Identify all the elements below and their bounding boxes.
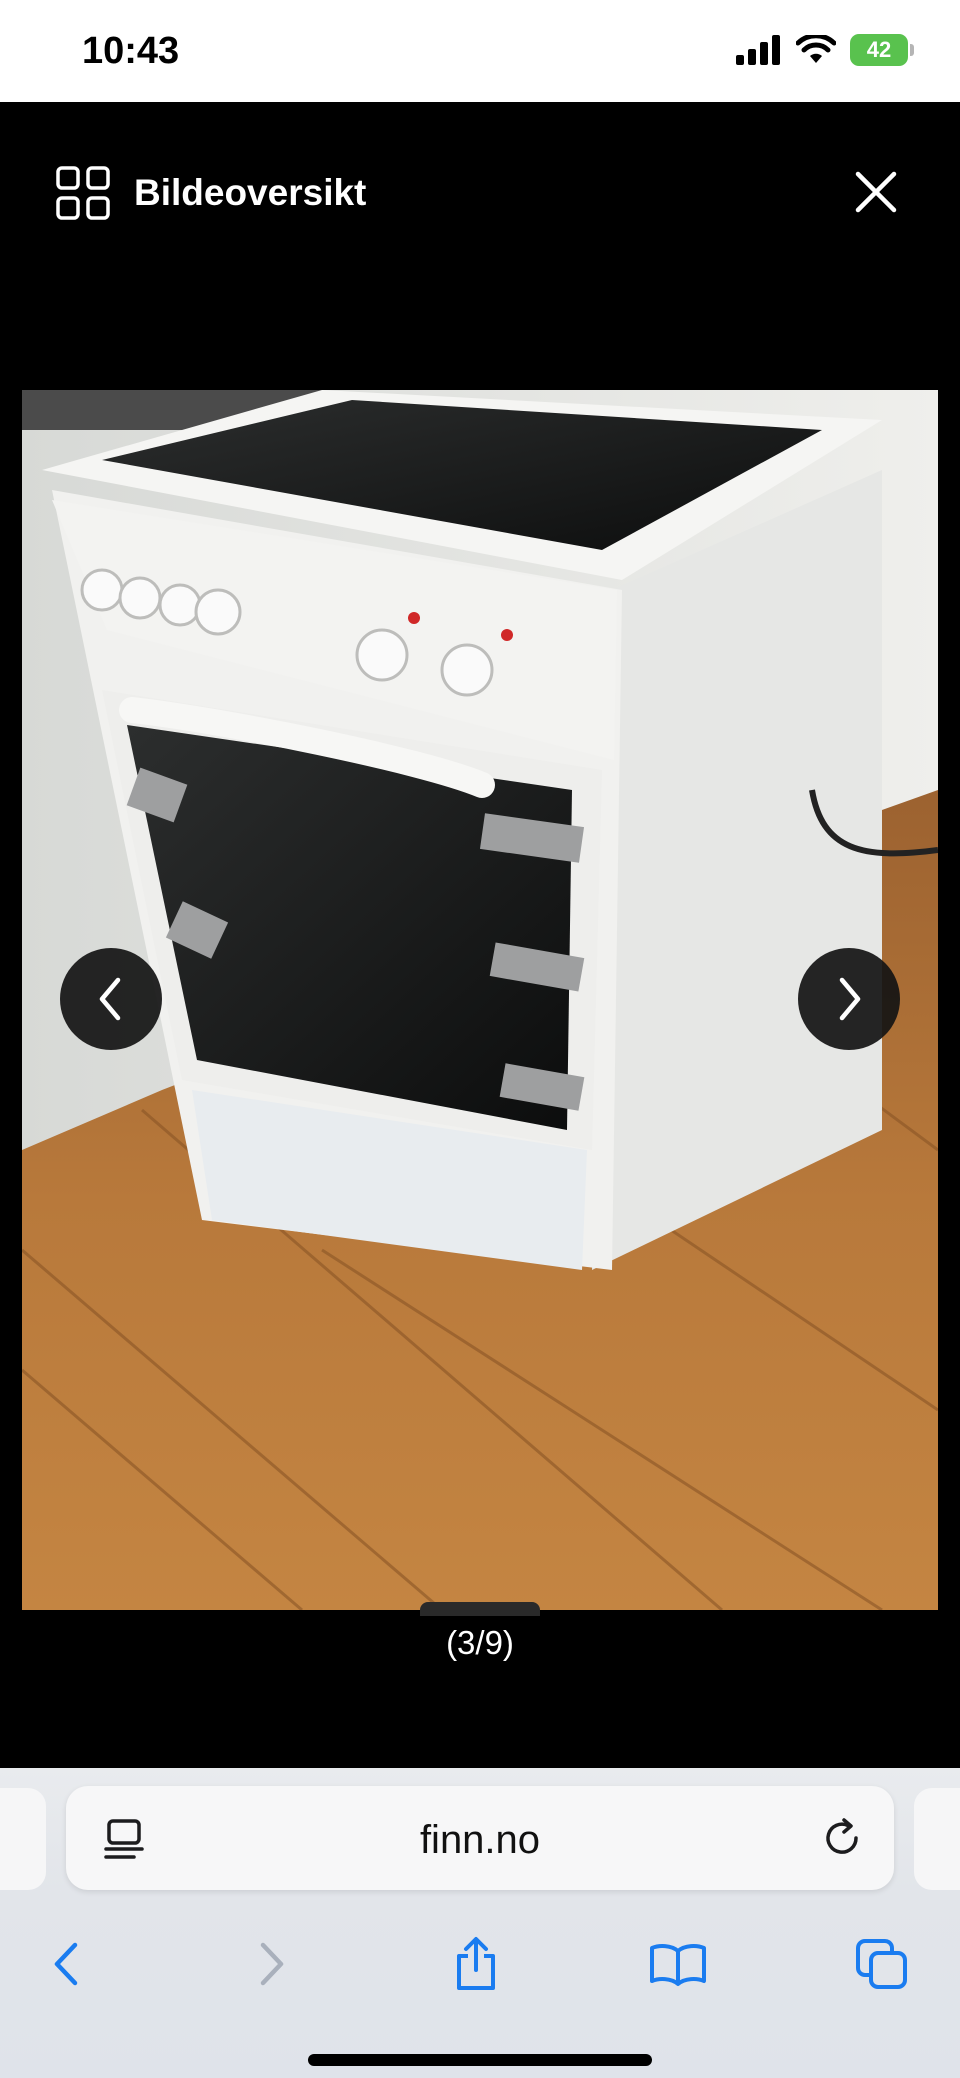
chevron-left-icon [99, 977, 121, 1021]
bookmarks-button[interactable] [638, 1914, 718, 2014]
share-button[interactable] [436, 1914, 516, 2014]
browser-toolbar [0, 1914, 960, 2014]
chevron-right-icon [839, 977, 861, 1021]
tabs-button[interactable] [842, 1914, 922, 2014]
home-indicator [308, 2054, 652, 2066]
image-handle [420, 1602, 540, 1616]
image-overview-label: Bildeoversikt [134, 172, 367, 213]
bookmarks-icon [650, 1944, 706, 1986]
tabs-icon [856, 1939, 907, 1989]
reload-icon[interactable] [820, 1816, 864, 1860]
next-image-button[interactable] [798, 948, 900, 1050]
signal-icon [736, 35, 780, 65]
address-bar[interactable]: finn.no [66, 1786, 894, 1890]
image-counter: (3/9) [446, 1624, 514, 1661]
next-tab-preview[interactable] [914, 1788, 960, 1890]
browser-chrome: finn.no [0, 1768, 960, 2078]
status-time: 10:43 [82, 30, 180, 72]
battery-level: 42 [866, 37, 892, 62]
back-icon [54, 1942, 78, 1986]
battery-indicator: 42 [850, 34, 914, 66]
grid-icon [56, 166, 110, 220]
forward-icon [260, 1942, 284, 1986]
previous-tab-preview[interactable] [0, 1788, 46, 1890]
url-text: finn.no [419, 1818, 541, 1862]
share-icon [457, 1937, 495, 1990]
image-viewer: Bildeoversikt (3/9) [0, 102, 960, 1768]
close-icon[interactable] [854, 170, 898, 214]
forward-button[interactable] [232, 1914, 312, 2014]
previous-image-button[interactable] [60, 948, 162, 1050]
back-button[interactable] [26, 1914, 106, 2014]
status-bar: 10:43 42 [0, 0, 960, 102]
status-icons: 42 [736, 34, 914, 66]
image-overview-button[interactable]: Bildeoversikt [56, 166, 366, 220]
wifi-icon [796, 35, 836, 63]
